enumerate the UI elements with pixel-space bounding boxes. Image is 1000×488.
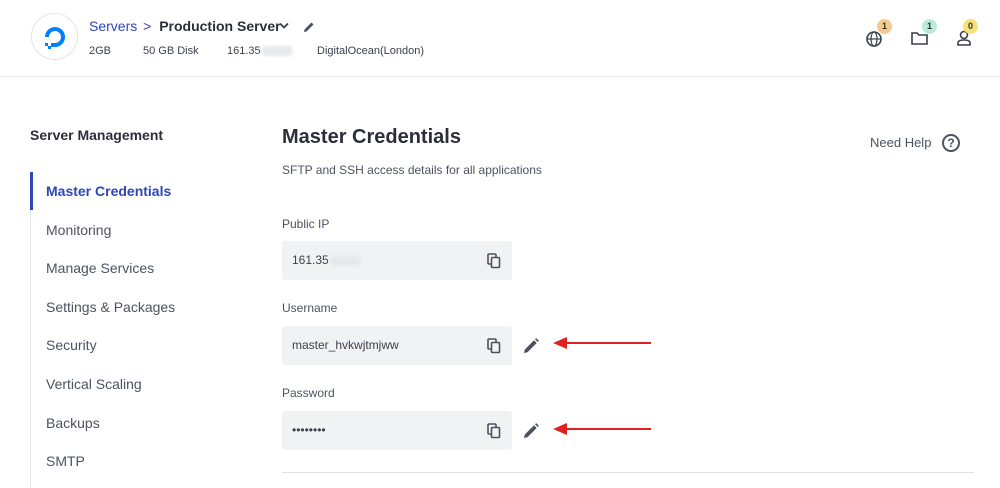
password-value: •••••••• — [292, 423, 326, 437]
username-field: master_hvkwjtmjww — [282, 326, 512, 365]
server-ip-text: 161.35 — [227, 45, 261, 57]
edit-username-icon[interactable] — [522, 337, 540, 355]
server-ram: 2GB — [89, 45, 112, 57]
page-subtitle: SFTP and SSH access details for all appl… — [282, 163, 542, 177]
page-title: Master Credentials — [282, 126, 461, 148]
digitalocean-logo-icon — [45, 27, 65, 49]
pointer-arrow-icon — [553, 337, 651, 349]
sidebar-nav: Master Credentials Monitoring Manage Ser… — [30, 172, 250, 481]
sidebar-item-monitoring[interactable]: Monitoring — [30, 211, 250, 250]
www-badge: 1 — [877, 19, 892, 34]
folder-icon[interactable]: 1 — [910, 19, 937, 48]
server-provider: DigitalOcean(London) — [317, 45, 425, 57]
www-icon[interactable]: 1 — [865, 19, 892, 48]
sidebar-item-settings-packages[interactable]: Settings & Packages — [30, 288, 250, 327]
top-header: Servers > Production Server 2GB 50 GB Di… — [0, 0, 1000, 77]
sidebar-item-smtp[interactable]: SMTP — [30, 442, 250, 481]
ip-redaction — [261, 46, 292, 57]
public-ip-value: 161.35 — [292, 253, 360, 267]
digitalocean-logo — [31, 13, 78, 60]
chevron-down-icon[interactable] — [278, 22, 290, 30]
breadcrumb-servers-link[interactable]: Servers — [89, 18, 137, 34]
copy-icon[interactable] — [487, 423, 501, 439]
sidebar-item-vertical-scaling[interactable]: Vertical Scaling — [30, 365, 250, 404]
copy-icon[interactable] — [487, 253, 501, 269]
ip-redaction — [329, 255, 360, 266]
edit-password-icon[interactable] — [522, 422, 540, 440]
sidebar-item-master-credentials[interactable]: Master Credentials — [30, 172, 250, 211]
user-icon[interactable]: 0 — [955, 19, 978, 48]
edit-server-name-icon[interactable] — [302, 20, 316, 34]
username-value: master_hvkwjtmjww — [292, 338, 399, 352]
pointer-arrow-icon — [553, 423, 651, 435]
folder-badge: 1 — [922, 19, 937, 34]
help-icon[interactable]: ? — [942, 134, 960, 152]
public-ip-field: 161.35 — [282, 241, 512, 280]
sidebar-item-backups[interactable]: Backups — [30, 404, 250, 443]
public-ip-text: 161.35 — [292, 253, 329, 267]
sidebar-title: Server Management — [30, 127, 164, 143]
breadcrumb: Servers > Production Server — [89, 18, 281, 34]
username-label: Username — [282, 301, 338, 315]
user-badge: 0 — [963, 19, 978, 34]
sidebar-item-security[interactable]: Security — [30, 326, 250, 365]
sidebar-item-manage-services[interactable]: Manage Services — [30, 249, 250, 288]
public-ip-label: Public IP — [282, 217, 330, 231]
need-help-link[interactable]: Need Help — [870, 135, 931, 150]
copy-icon[interactable] — [487, 338, 501, 354]
content-divider — [282, 472, 974, 473]
server-disk: 50 GB Disk — [143, 45, 199, 57]
server-name: Production Server — [159, 18, 281, 34]
server-ip: 161.35 — [227, 45, 292, 57]
password-field: •••••••• — [282, 411, 512, 450]
password-label: Password — [282, 386, 335, 400]
breadcrumb-separator: > — [143, 18, 152, 34]
